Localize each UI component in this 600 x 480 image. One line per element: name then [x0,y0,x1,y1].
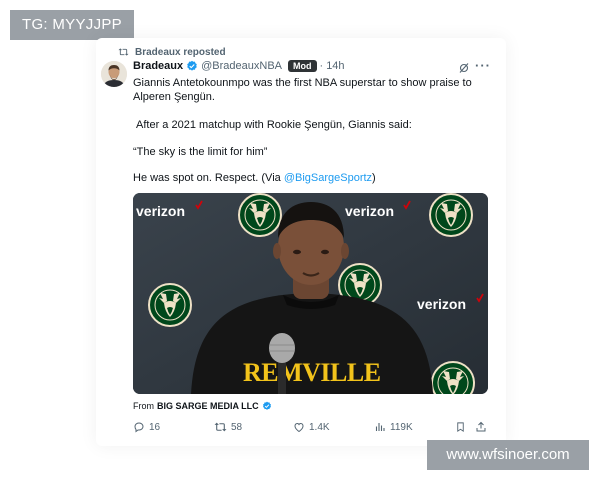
bucks-logo [429,193,473,237]
more-icon[interactable]: ··· [475,59,491,72]
retweet-count: 58 [231,421,243,433]
bookmark-button[interactable] [455,420,470,434]
tg-badge: TG: MYYJJPP [10,10,134,40]
bucks-logo [238,193,282,237]
verizon-text-1: verizon [136,203,185,219]
retweet-button[interactable]: 58 [214,420,242,434]
post-header: Bradeaux @BradeauxNBA Mod · 14h [133,60,345,72]
credit-closing: ) [372,172,376,184]
mod-badge: Mod [288,60,317,72]
source-name[interactable]: BIG SARGE MEDIA LLC [157,401,259,411]
share-button[interactable] [475,420,491,434]
post-text-line-1: Giannis Antetokounmpo was the first NBA … [133,77,472,89]
mention-link[interactable]: @BigSargeSportz [284,172,372,184]
bucks-logo [148,283,192,327]
post-text-line-3: After a 2021 matchup with Rookie Şengün,… [136,119,412,131]
post-time[interactable]: 14h [326,60,344,72]
avatar[interactable] [101,61,127,87]
repost-icon [118,48,129,56]
website-watermark: www.wfsinoer.com [427,440,589,470]
retweet-icon [214,422,227,432]
media-source: From BIG SARGE MEDIA LLC [133,401,272,411]
post-text-credit: He was spot on. Respect. (Via @BigSargeS… [133,171,376,185]
post-text-quote: “The sky is the limit for him” [133,146,268,158]
reply-icon [134,422,144,433]
like-count: 1.4K [309,421,330,433]
reply-button[interactable]: 16 [133,420,160,434]
credit-text: He was spot on. Respect. (Via [133,172,284,184]
separator-dot: · [319,60,324,72]
source-prefix: From [133,401,154,411]
verified-badge-icon [186,60,198,72]
repost-label: Bradeaux reposted [135,46,226,58]
views-icon [375,423,385,431]
views-count: 119K [390,421,413,433]
reply-count: 16 [149,421,161,433]
shirt-text: REMVILLE [243,358,381,387]
heart-icon [294,422,304,433]
verizon-text-2: verizon [345,203,394,219]
verizon-text-3: verizon [417,296,466,312]
bookmark-icon [457,422,464,432]
repost-indicator[interactable]: Bradeaux reposted [118,46,226,58]
share-icon [476,421,486,432]
verified-badge-icon [262,401,272,411]
post-video[interactable]: verizon verizon verizon REMVILLE [133,193,488,394]
like-button[interactable]: 1.4K [293,420,330,434]
views-button[interactable]: 119K [374,420,413,434]
display-name[interactable]: Bradeaux [133,60,183,72]
user-handle[interactable]: @BradeauxNBA [201,60,282,72]
bucks-logo [431,361,475,394]
post-text-line-2: Alperen Şengün. [133,91,215,103]
